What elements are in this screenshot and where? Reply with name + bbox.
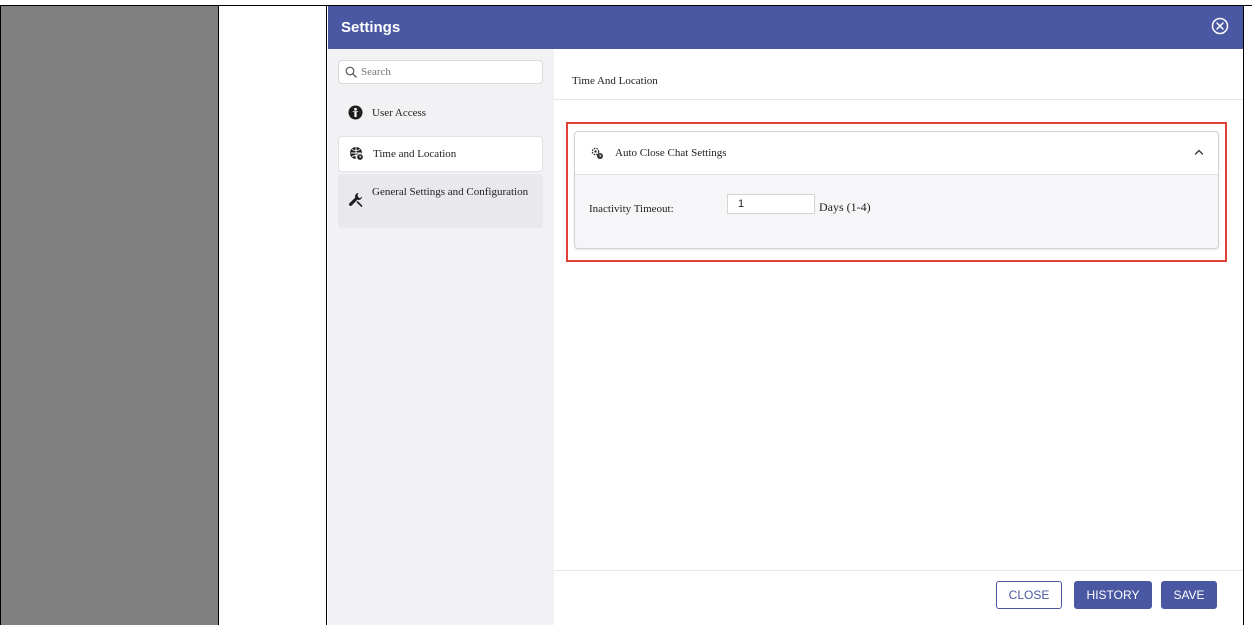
sidebar-item-label: General Settings and Configuration — [372, 186, 529, 198]
inactivity-timeout-label: Inactivity Timeout: — [589, 203, 674, 215]
dialog-titlebar: Settings — [328, 6, 1243, 49]
background-panel-left — [0, 6, 219, 625]
dialog-title: Settings — [341, 19, 401, 36]
close-circle-icon[interactable] — [1211, 17, 1229, 35]
sidebar-item-label: User Access — [372, 107, 427, 119]
inactivity-timeout-input[interactable]: 1 — [727, 194, 815, 214]
auto-close-chat-panel: Auto Close Chat Settings Inactivity Time… — [574, 131, 1219, 249]
history-button[interactable]: HISTORY — [1074, 581, 1152, 609]
days-range-label: Days (1-4) — [819, 200, 871, 214]
sidebar-item-user-access[interactable]: User Access — [338, 98, 543, 128]
section-divider — [554, 99, 1243, 100]
search-input[interactable]: Search — [338, 60, 543, 84]
settings-dialog: Settings Search User Access Time and Loc… — [328, 6, 1243, 625]
settings-gear-icon — [591, 147, 603, 159]
sidebar-item-time-and-location[interactable]: Time and Location — [338, 136, 543, 172]
right-border — [1243, 6, 1244, 625]
settings-sidebar: Search User Access Time and Location Gen… — [328, 49, 554, 625]
search-placeholder: Search — [361, 66, 391, 78]
close-button[interactable]: CLOSE — [996, 581, 1062, 609]
wrench-icon — [349, 193, 363, 207]
sidebar-item-label: Time and Location — [373, 148, 457, 160]
settings-main: Time And Location Auto Close Chat Settin… — [554, 49, 1243, 625]
panel-header[interactable]: Auto Close Chat Settings — [575, 132, 1218, 175]
panel-body: Inactivity Timeout: 1 Days (1-4) — [575, 175, 1218, 248]
sidebar-item-general-settings[interactable]: General Settings and Configuration — [338, 174, 543, 228]
chevron-up-icon[interactable] — [1194, 147, 1204, 157]
save-button[interactable]: SAVE — [1161, 581, 1217, 609]
panel-title: Auto Close Chat Settings — [615, 147, 727, 159]
globe-clock-icon — [350, 147, 364, 161]
section-title: Time And Location — [572, 75, 658, 87]
user-access-icon — [348, 105, 363, 120]
background-panel-gap — [219, 6, 327, 625]
footer-divider — [554, 570, 1243, 571]
search-icon — [345, 66, 357, 78]
